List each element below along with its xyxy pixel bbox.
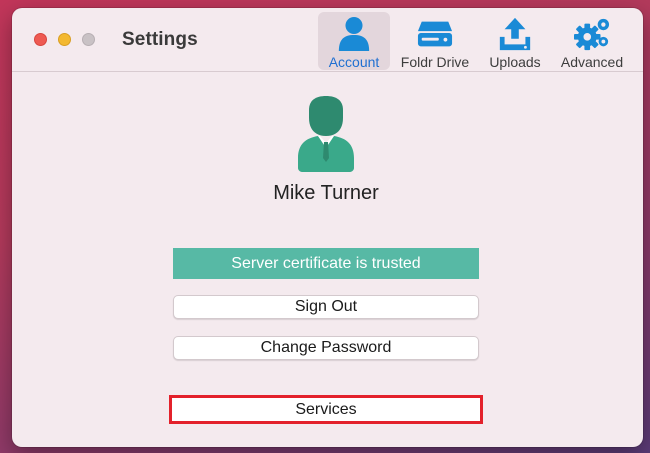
businessman-avatar-icon <box>298 96 354 172</box>
tab-foldr-drive[interactable]: Foldr Drive <box>395 12 475 70</box>
tab-uploads[interactable]: Uploads <box>482 12 548 70</box>
certificate-status-banner: Server certificate is trusted <box>173 248 479 279</box>
drive-icon <box>417 21 453 47</box>
settings-window: Settings Account Foldr Drive Uploads Adv… <box>12 8 643 447</box>
tab-foldr-drive-label: Foldr Drive <box>400 54 470 70</box>
user-name: Mike Turner <box>273 182 379 204</box>
tab-account[interactable]: Account <box>318 12 390 70</box>
toolbar: Settings Account Foldr Drive Uploads Adv… <box>12 8 643 72</box>
services-button[interactable]: Services <box>172 398 480 421</box>
tab-advanced-label: Advanced <box>560 54 624 70</box>
upload-icon <box>499 17 531 51</box>
tab-account-label: Account <box>328 54 380 70</box>
minimize-window-button[interactable] <box>58 33 71 46</box>
maximize-window-button[interactable] <box>82 33 95 46</box>
window-title: Settings <box>122 29 198 50</box>
change-password-button[interactable]: Change Password <box>173 336 479 360</box>
sign-out-button[interactable]: Sign Out <box>173 295 479 319</box>
close-window-button[interactable] <box>34 33 47 46</box>
tab-uploads-label: Uploads <box>489 54 541 70</box>
tab-advanced[interactable]: Advanced <box>556 12 628 70</box>
gears-icon <box>574 18 610 51</box>
person-icon <box>338 16 370 52</box>
